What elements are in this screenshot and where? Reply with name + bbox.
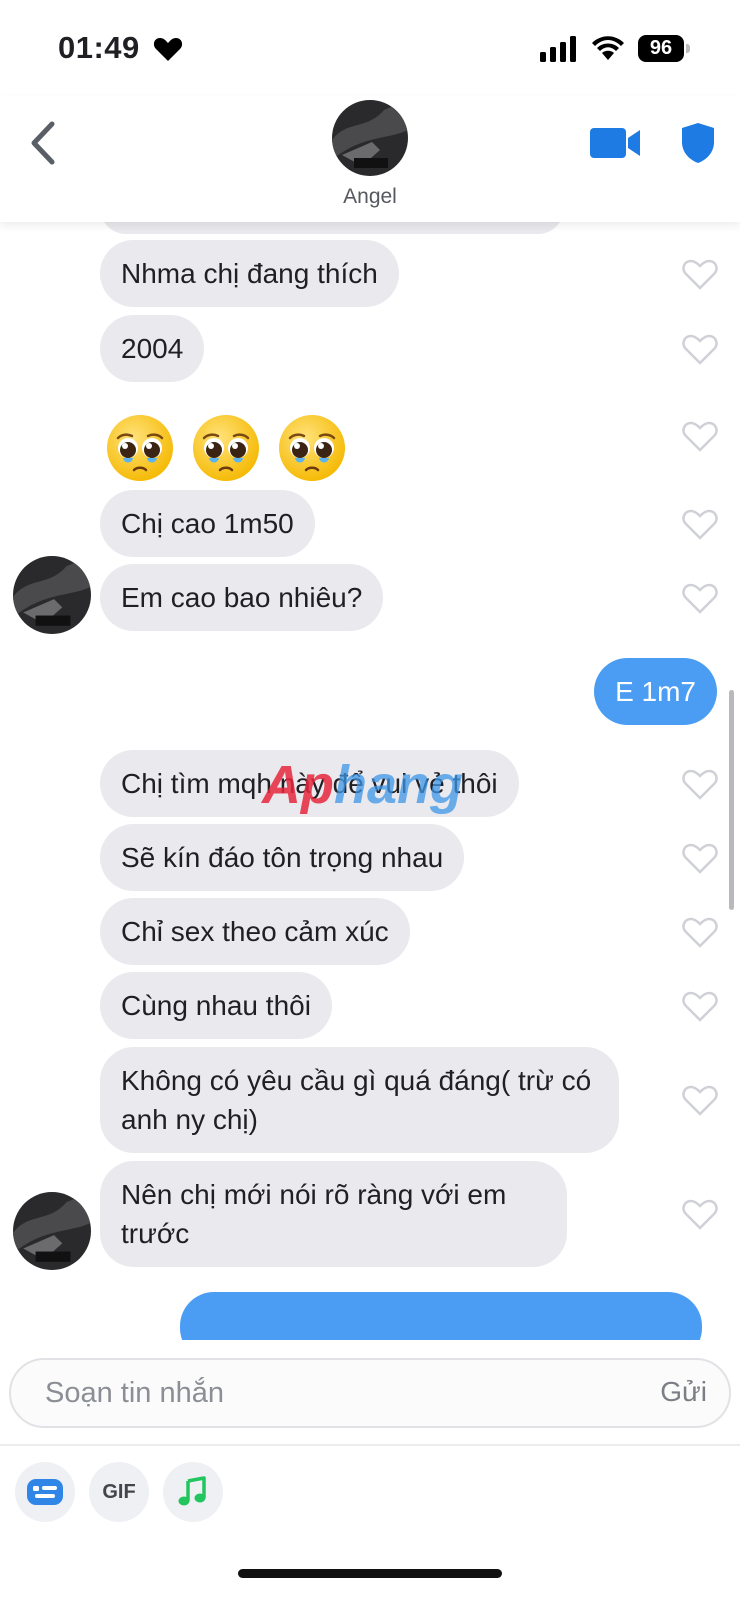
heart-outline-icon[interactable] <box>682 420 718 452</box>
heart-outline-icon[interactable] <box>682 842 718 874</box>
music-note-icon <box>178 1476 206 1506</box>
scrollbar[interactable] <box>729 690 734 910</box>
message-compose-box: Gửi <box>9 1358 731 1428</box>
contact-name: Angel <box>343 185 397 208</box>
video-camera-icon[interactable] <box>590 126 642 160</box>
send-button[interactable]: Gửi <box>660 1376 707 1408</box>
pleading-face-emoji-icon <box>193 415 259 481</box>
message-bubble: Chỉ sex theo cảm xúc <box>100 898 410 965</box>
chat-header: Angel <box>0 96 740 222</box>
gif-button[interactable]: GIF <box>89 1462 149 1522</box>
signal-icon <box>540 36 576 62</box>
pleading-face-emoji-icon <box>107 415 173 481</box>
sender-avatar[interactable] <box>13 556 91 634</box>
heart-outline-icon[interactable] <box>682 258 718 290</box>
heart-outline-icon[interactable] <box>682 768 718 800</box>
gif-label: GIF <box>102 1480 136 1503</box>
outgoing-message-bubble-partial <box>180 1292 702 1340</box>
message-bubble: Nên chị mới nói rõ ràng với em trước <box>100 1161 567 1267</box>
message-bubble: 2004 <box>100 315 205 382</box>
sender-avatar[interactable] <box>13 1192 91 1270</box>
pleading-face-emoji-icon <box>279 415 345 481</box>
battery-level: 96 <box>638 35 684 62</box>
heart-icon <box>153 38 183 61</box>
message-list[interactable]: Nhma chị đang thích 2004 Chị cao 1m50 Em… <box>0 222 740 1340</box>
message-bubble: Cùng nhau thôi <box>100 972 332 1039</box>
heart-outline-icon[interactable] <box>682 333 718 365</box>
heart-outline-icon[interactable] <box>682 508 718 540</box>
message-bubble-partial <box>100 222 564 234</box>
home-indicator[interactable] <box>238 1569 502 1578</box>
message-bubble: Sẽ kín đáo tôn trọng nhau <box>100 824 465 891</box>
heart-outline-icon[interactable] <box>682 1084 718 1116</box>
heart-outline-icon[interactable] <box>682 582 718 614</box>
message-bubble: Nhma chị đang thích <box>100 240 399 307</box>
message-bubble: Chị tìm mqh này để vui vẻ thôi <box>100 750 519 817</box>
contact-avatar[interactable] <box>332 100 408 176</box>
composer: Gửi GIF <box>0 1340 740 1600</box>
status-bar: 01:49 96 <box>0 0 740 96</box>
message-bubble: Em cao bao nhiêu? <box>100 564 384 631</box>
message-input[interactable] <box>45 1360 605 1426</box>
sticker-icon <box>27 1479 63 1505</box>
outgoing-message-bubble: E 1m7 <box>594 658 717 725</box>
chevron-left-icon[interactable] <box>24 118 64 168</box>
divider <box>0 1444 740 1446</box>
music-button[interactable] <box>163 1462 223 1522</box>
message-bubble: Không có yêu cầu gì quá đáng( trừ có anh… <box>100 1047 619 1153</box>
wifi-icon <box>592 36 624 60</box>
battery-icon: 96 <box>638 35 690 62</box>
heart-outline-icon[interactable] <box>682 990 718 1022</box>
sticker-button[interactable] <box>15 1462 75 1522</box>
heart-outline-icon[interactable] <box>682 1198 718 1230</box>
message-bubble: Chị cao 1m50 <box>100 490 315 557</box>
status-time: 01:49 <box>58 30 140 65</box>
emoji-message <box>104 412 348 488</box>
heart-outline-icon[interactable] <box>682 916 718 948</box>
shield-icon[interactable] <box>680 122 716 164</box>
